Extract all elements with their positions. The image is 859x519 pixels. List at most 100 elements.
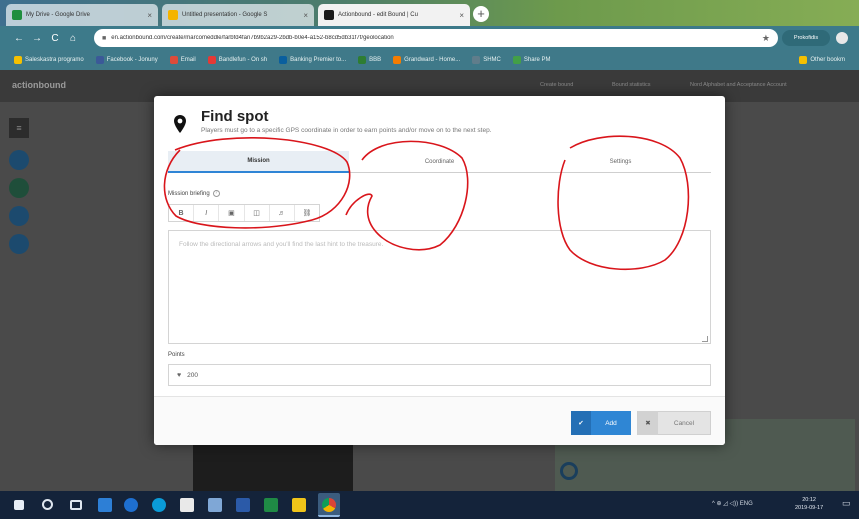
- tab-title: My Drive - Google Drive: [26, 12, 91, 18]
- sidebar-step-icon[interactable]: [9, 234, 29, 254]
- task-view-icon[interactable]: [70, 500, 82, 510]
- italic-icon[interactable]: I: [194, 205, 220, 221]
- map-panel: [193, 445, 353, 491]
- clock[interactable]: 20:12 2019-09-17: [795, 496, 823, 512]
- address-bar-row: ← → C ⌂ ■ en.actionbound.com/create/marc…: [0, 26, 859, 50]
- brand-logo[interactable]: actionbound: [12, 80, 66, 90]
- bookmark-favicon-icon: [207, 56, 216, 64]
- mission-briefing-input[interactable]: [168, 230, 711, 344]
- search-icon[interactable]: [42, 499, 53, 510]
- location-pin-icon: [174, 115, 186, 133]
- map-pin-icon[interactable]: [560, 462, 578, 480]
- file-explorer-icon[interactable]: [292, 498, 306, 512]
- bookmark-item[interactable]: SHMC: [472, 56, 501, 64]
- edge-icon[interactable]: [124, 498, 138, 512]
- notifications-icon[interactable]: ▭: [842, 498, 851, 509]
- dialog-tabs: Mission Coordinate Settings: [168, 151, 711, 173]
- bookmark-item[interactable]: Grandward - Home...: [393, 56, 460, 64]
- sidebar-step-icon[interactable]: [9, 150, 29, 170]
- bookmark-item[interactable]: Bandlefun - On sh: [207, 56, 267, 64]
- actionbound-icon: [324, 10, 334, 20]
- system-tray[interactable]: ^ ⊕ ◿ ◁)) ENG: [712, 500, 753, 507]
- close-tab-icon[interactable]: ×: [303, 11, 308, 20]
- cancel-button[interactable]: ✖ Cancel: [637, 411, 711, 435]
- bookmark-label: Grandward - Home...: [404, 57, 461, 63]
- profile-button[interactable]: Prokofidis: [782, 30, 830, 46]
- bookmark-item[interactable]: Email: [169, 56, 196, 64]
- browser-tab-google-slides[interactable]: Untitled presentation - Google S ×: [162, 4, 314, 26]
- excel-icon[interactable]: [264, 498, 278, 512]
- bookmark-item[interactable]: Other bookm: [799, 56, 845, 64]
- home-icon[interactable]: ⌂: [64, 33, 82, 44]
- mission-briefing-label-text: Mission briefing: [168, 190, 210, 197]
- video-icon[interactable]: ◫: [245, 205, 270, 221]
- browser-tab-strip: My Drive - Google Drive × Untitled prese…: [0, 0, 859, 26]
- bookmark-item[interactable]: BBB: [358, 56, 381, 64]
- mission-briefing-label: Mission briefing ?: [168, 190, 220, 197]
- bookmark-star-icon[interactable]: ★: [762, 33, 770, 44]
- bookmark-label: Share PM: [523, 57, 551, 63]
- cancel-button-label: Cancel: [673, 419, 695, 427]
- bookmark-label: Facebook - Jonuny: [106, 57, 158, 63]
- clock-time: 20:12: [802, 497, 816, 503]
- nav-bound-statistics[interactable]: Bound statistics: [612, 82, 651, 88]
- tab-settings[interactable]: Settings: [530, 151, 711, 173]
- chrome-taskbar-icon[interactable]: [318, 493, 340, 517]
- new-tab-button[interactable]: +: [473, 6, 489, 22]
- browser-tab-actionbound[interactable]: Actionbound - edit Bound | Cu ×: [318, 4, 470, 26]
- close-icon: ✖: [638, 411, 658, 435]
- points-field[interactable]: ♥: [168, 364, 711, 386]
- tab-title: Untitled presentation - Google S: [182, 12, 268, 18]
- bookmark-favicon-icon: [512, 56, 521, 64]
- image-icon[interactable]: ▣: [219, 205, 245, 221]
- bookmark-item[interactable]: Share PM: [512, 56, 551, 64]
- help-icon[interactable]: ?: [212, 190, 220, 197]
- windows-taskbar: ^ ⊕ ◿ ◁)) ENG 20:12 2019-09-17 ▭: [0, 491, 859, 519]
- bookmark-favicon-icon: [169, 56, 178, 64]
- clock-date: 2019-09-17: [795, 505, 824, 511]
- tab-coordinate[interactable]: Coordinate: [349, 151, 530, 173]
- nav-account[interactable]: Nord Alphabet and Acceptance Account: [690, 82, 787, 88]
- store-icon[interactable]: [180, 498, 194, 512]
- avatar[interactable]: [834, 30, 850, 46]
- bookmark-favicon-icon: [95, 56, 104, 64]
- menu-icon[interactable]: ≡: [9, 118, 29, 138]
- bookmark-item[interactable]: Facebook - Jonuny: [95, 56, 158, 64]
- add-button[interactable]: ✔ Add: [571, 411, 631, 435]
- nav-create-bound[interactable]: Create bound: [540, 82, 573, 88]
- word-icon[interactable]: [236, 498, 250, 512]
- secure-lock-icon: ■: [102, 34, 107, 42]
- reload-icon[interactable]: C: [46, 33, 64, 44]
- sidebar-step-icon[interactable]: [9, 206, 29, 226]
- bookmark-label: SHMC: [483, 57, 501, 63]
- bookmark-item[interactable]: Banking Premier to...: [279, 56, 346, 64]
- points-label: Points: [168, 352, 185, 358]
- close-tab-icon[interactable]: ×: [459, 11, 464, 20]
- bookmark-label: Other bookm: [810, 57, 845, 63]
- google-drive-icon: [12, 10, 22, 20]
- google-slides-icon: [168, 10, 178, 20]
- bold-icon[interactable]: B: [169, 205, 195, 221]
- bookmark-favicon-icon: [472, 56, 481, 64]
- url-input[interactable]: ■ en.actionbound.com/create/marcomeddle/…: [94, 29, 778, 47]
- resize-handle-icon[interactable]: [702, 336, 708, 342]
- bookmark-item[interactable]: Saleskastra programo: [14, 56, 84, 64]
- bookmark-label: Banking Premier to...: [290, 57, 347, 63]
- photos-icon[interactable]: [208, 498, 222, 512]
- bookmark-favicon-icon: [14, 56, 22, 64]
- link-icon[interactable]: ⛓: [295, 205, 319, 221]
- skype-icon[interactable]: [152, 498, 166, 512]
- tab-mission[interactable]: Mission: [168, 151, 349, 173]
- tab-title: Actionbound - edit Bound | Cu: [338, 12, 418, 18]
- audio-icon[interactable]: ♬: [270, 205, 295, 221]
- points-input[interactable]: [187, 371, 388, 379]
- heart-icon: ♥: [177, 371, 182, 379]
- close-tab-icon[interactable]: ×: [147, 11, 152, 20]
- start-icon[interactable]: [14, 500, 24, 510]
- sidebar-step-icon[interactable]: [9, 178, 29, 198]
- back-icon[interactable]: ←: [10, 33, 28, 44]
- mail-icon[interactable]: [98, 498, 112, 512]
- editor-toolbar: B I ▣ ◫ ♬ ⛓: [168, 204, 320, 222]
- forward-icon[interactable]: →: [28, 33, 46, 44]
- browser-tab-google-drive[interactable]: My Drive - Google Drive ×: [6, 4, 158, 26]
